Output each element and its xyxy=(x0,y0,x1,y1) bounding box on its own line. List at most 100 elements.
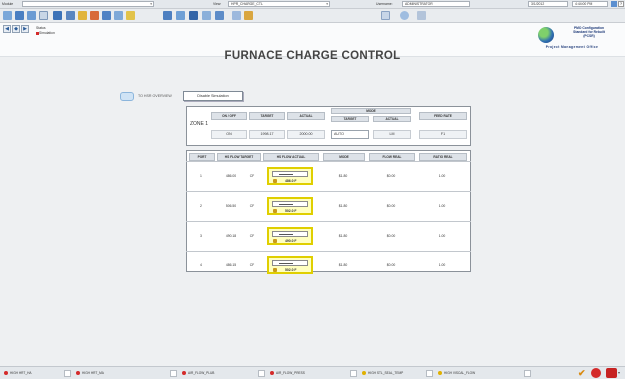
view-select[interactable]: HPR_CHARGE_CTL ▾ xyxy=(228,1,330,7)
module-label: Module xyxy=(2,2,14,6)
zone-mode-target-input[interactable]: AUTO xyxy=(331,130,369,139)
open-icon[interactable] xyxy=(3,11,12,20)
lock-icon xyxy=(273,179,277,183)
alarm-item[interactable]: HIGH VISCAL_FLOW xyxy=(438,370,475,377)
report-icon[interactable] xyxy=(66,11,75,20)
trend-icon[interactable] xyxy=(163,11,172,20)
flow-unit: CF xyxy=(249,263,255,267)
acknowledge-check-icon[interactable]: ✔ xyxy=(578,368,586,378)
port-number: 1 xyxy=(200,174,202,178)
window-icon[interactable] xyxy=(232,11,241,20)
overview-nav-icon[interactable] xyxy=(120,92,134,101)
disable-simulation-button[interactable]: Disable Simulation xyxy=(183,91,243,101)
flow-meter-icon xyxy=(272,201,308,207)
diamond-icon[interactable] xyxy=(90,11,99,20)
flow-target: 490.18 xyxy=(225,234,237,238)
time-value: 4:44:00 PM xyxy=(575,2,593,6)
forward-icon[interactable]: ▶ xyxy=(21,25,29,33)
alarm-item[interactable]: HIGH HRT_HA xyxy=(4,370,32,377)
home-nav-icon[interactable]: ◆ xyxy=(12,25,20,33)
chart-icon[interactable] xyxy=(611,1,617,7)
ratio-real-value: 1.00 xyxy=(438,204,446,208)
username-field[interactable]: ADMINISTRATOR xyxy=(402,1,470,7)
hs-flow-target-header: HS FLOW TARGET xyxy=(217,153,261,161)
alarm-label: HIGH HRT_HA xyxy=(10,371,32,375)
ratio-real-value: 1.00 xyxy=(438,174,446,178)
chevron-down-icon[interactable]: ▾ xyxy=(618,370,620,375)
view-label: View: xyxy=(213,2,222,6)
alarm-icon xyxy=(76,371,80,376)
flow-target: 506.50 xyxy=(225,204,237,208)
flow-actual-widget[interactable]: 486.0 F xyxy=(267,167,313,185)
module-select[interactable]: ▾ xyxy=(22,1,154,7)
zone-mode-actual-header: ACTUAL xyxy=(373,116,411,122)
flow-actual-value: 502.0 F xyxy=(285,268,297,272)
table-row: 1 486.00 CF 486.0 F $1.80 $0.00 1.00 xyxy=(186,161,471,191)
alarm-label: HIGH HRT_MA xyxy=(82,371,104,375)
top-info-bar: Module ▾ View: HPR_CHARGE_CTL ▾ Username:… xyxy=(0,0,625,9)
folder-icon[interactable] xyxy=(126,11,135,20)
flow-real-value: $0.00 xyxy=(386,174,396,178)
flow-actual-widget[interactable]: 502.0 F xyxy=(267,256,313,274)
flow-actual-value: 502.0 F xyxy=(285,209,297,213)
print-icon[interactable] xyxy=(417,11,426,20)
flow-meter-icon xyxy=(272,231,308,237)
flow-real-value: $0.00 xyxy=(386,204,396,208)
alarm-label: AIR_FLOW_PRESS xyxy=(276,371,305,375)
alarm-icon xyxy=(4,371,8,376)
zone-target-value: 1998.17 xyxy=(249,130,285,139)
alarm-item[interactable]: AIR_FLOW_PRESS xyxy=(270,370,305,377)
mode-value: $1.80 xyxy=(338,263,348,267)
zone-feedrate-header: FEED RATE xyxy=(419,112,467,120)
zone-target-header: TARGET xyxy=(249,112,285,120)
alarm-item[interactable]: HIGH HRT_MA xyxy=(76,370,104,377)
zone-onoff-header: ON / OFF xyxy=(211,112,247,120)
overview-label[interactable]: TO HSR OVERVIEW xyxy=(138,94,172,98)
help-icon[interactable]: ? xyxy=(618,1,624,7)
layout-icon[interactable] xyxy=(102,11,111,20)
globe-logo-icon xyxy=(538,27,554,43)
alarm-icon[interactable] xyxy=(176,11,185,20)
alarm-ack-box[interactable] xyxy=(524,370,531,377)
table-icon[interactable] xyxy=(27,11,36,20)
alarm-ack-box[interactable] xyxy=(350,370,357,377)
path-mode-text: Simulation xyxy=(39,31,55,35)
alarm-ack-box[interactable] xyxy=(170,370,177,377)
grid-icon[interactable] xyxy=(53,11,62,20)
alarm-icon xyxy=(182,371,186,376)
graph-icon[interactable] xyxy=(39,11,48,20)
process-icon[interactable] xyxy=(189,11,198,20)
pencil-icon[interactable] xyxy=(78,11,87,20)
flow-unit: CF xyxy=(249,174,255,178)
zone-mode-actual-value: LM xyxy=(373,130,411,139)
flow-target: 486.00 xyxy=(225,174,237,178)
summary-icon[interactable] xyxy=(202,11,211,20)
toolbar xyxy=(0,9,625,23)
flow-target: 486.15 xyxy=(225,263,237,267)
monitor-icon[interactable] xyxy=(244,11,253,20)
split-icon[interactable] xyxy=(114,11,123,20)
page-title: FURNACE CHARGE CONTROL xyxy=(224,50,401,62)
alarm-ack-box[interactable] xyxy=(258,370,265,377)
alarm-ack-box[interactable] xyxy=(64,370,71,377)
tools-icon[interactable] xyxy=(215,11,224,20)
back-icon[interactable]: ◀ xyxy=(3,25,11,33)
port-number: 2 xyxy=(200,204,202,208)
mode-header: MODE xyxy=(323,153,365,161)
alarm-item[interactable]: AIR_FLOW_PLUB xyxy=(182,370,214,377)
settings-icon[interactable] xyxy=(400,11,409,20)
logo-tagline: Project Management Office xyxy=(545,45,599,49)
zone-feedrate-value: F1 xyxy=(419,130,467,139)
flow-real-value: $0.00 xyxy=(386,263,396,267)
logo-line3: (PCSR) xyxy=(583,34,595,38)
alarm-summary-icon[interactable] xyxy=(606,368,617,378)
silence-alarm-icon[interactable] xyxy=(591,368,601,378)
flow-unit: CF xyxy=(249,204,255,208)
users-icon[interactable] xyxy=(381,11,390,20)
alarm-item[interactable]: HIGH STL_SEAL_TEMP xyxy=(362,370,403,377)
alarm-ack-box[interactable] xyxy=(426,370,433,377)
zone-actual-value: 2000.00 xyxy=(287,130,325,139)
home-icon[interactable] xyxy=(15,11,24,20)
chevron-down-icon: ▾ xyxy=(326,2,328,6)
flow-actual-widget[interactable]: 502.0 F xyxy=(267,197,313,215)
